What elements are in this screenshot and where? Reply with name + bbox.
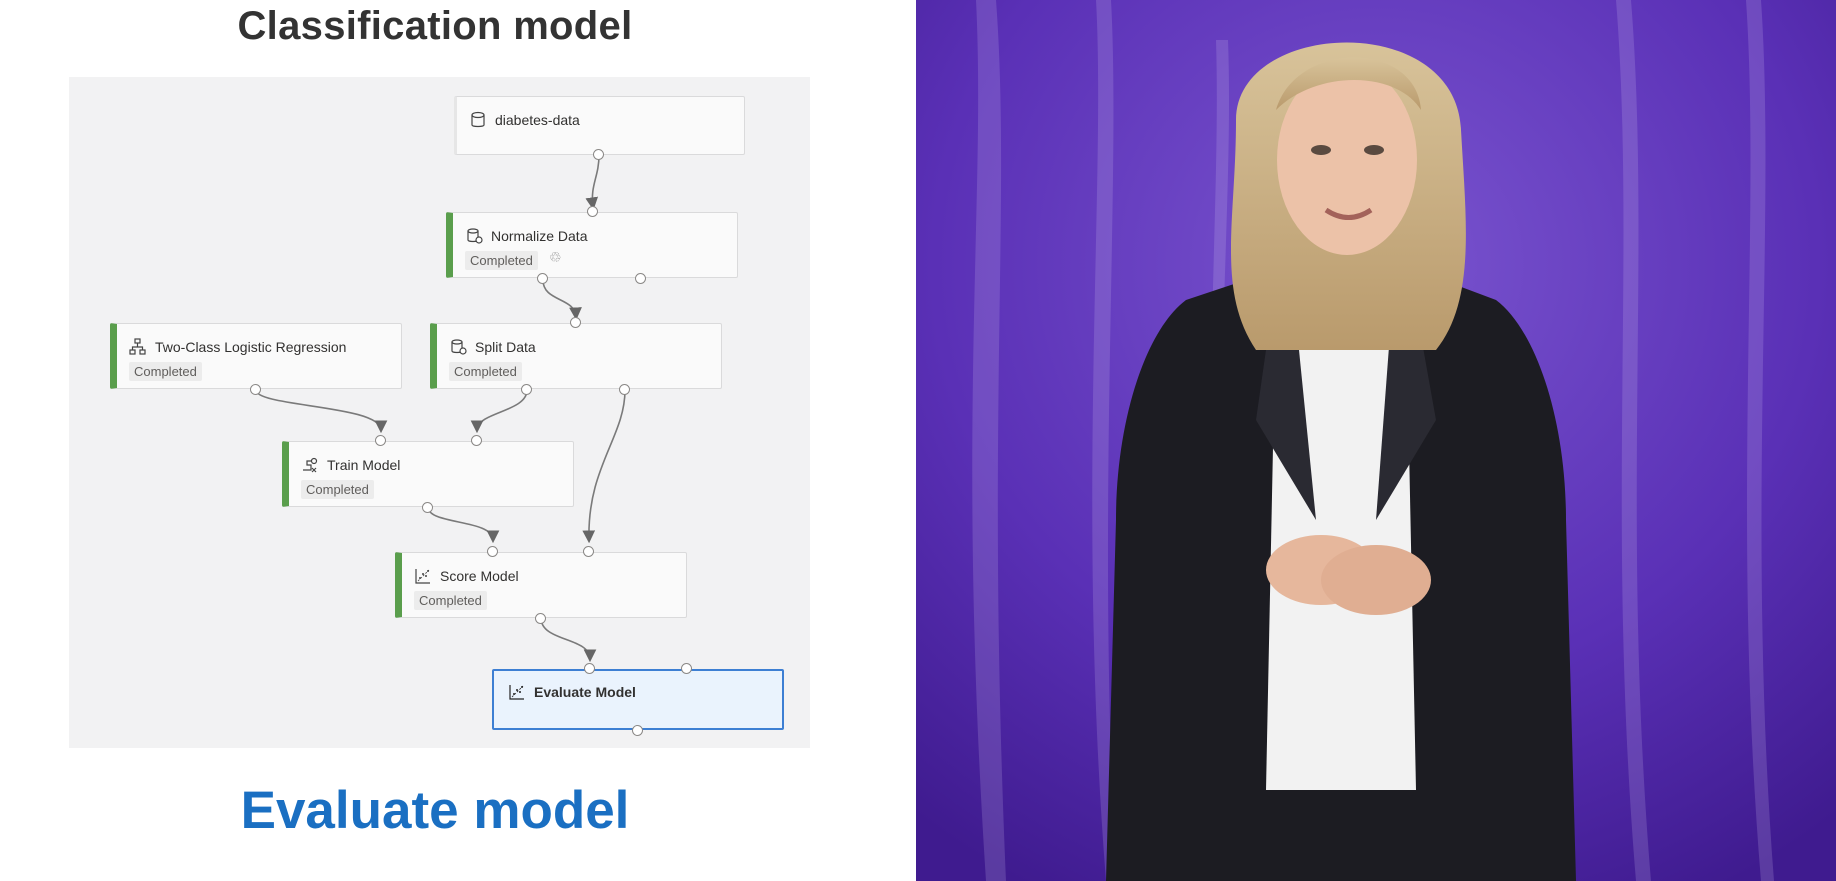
evaluate-model-node[interactable]: Evaluate Model [492,669,784,730]
node-label: Two-Class Logistic Regression [155,339,347,355]
normalize-data-node[interactable]: Normalize Data Completed ♲ [446,212,738,278]
slide-panel: Classification model diabetes-data Norma… [0,0,916,881]
output-port[interactable] [537,273,548,284]
input-port[interactable] [487,546,498,557]
slide-subtitle: Evaluate model [240,781,630,840]
node-label: Score Model [440,568,519,584]
output-port[interactable] [535,613,546,624]
data-transform-icon [467,228,483,244]
output-port[interactable] [521,384,532,395]
scatter-chart-icon [509,685,524,700]
train-icon [303,457,318,473]
pipeline-canvas[interactable]: diabetes-data Normalize Data Completed ♲… [69,77,810,748]
status-badge: Completed [465,251,538,270]
connection-split-train [470,389,528,434]
train-model-node[interactable]: Train Model Completed [282,441,574,507]
connection-logistic-train [255,389,388,434]
connection-dataset-normalize [585,154,600,211]
logistic-regression-node[interactable]: Two-Class Logistic Regression Completed [110,323,402,389]
output-port[interactable] [635,273,646,284]
connection-train-score [427,506,500,544]
connection-split-score [582,389,626,544]
node-label: Train Model [327,457,401,473]
output-port[interactable] [593,149,604,160]
slide-title: Classification model [237,4,633,48]
scatter-chart-icon [415,569,430,584]
pipeline-connections [255,154,626,663]
node-label: Split Data [475,339,536,355]
input-port[interactable] [570,317,581,328]
input-port[interactable] [471,435,482,446]
input-port[interactable] [681,663,692,674]
tree-icon [129,338,146,355]
connection-normalize-split [542,279,582,321]
output-port[interactable] [422,502,433,513]
dataset-node[interactable]: diabetes-data [454,96,745,155]
reuse-icon: ♲ [549,249,562,265]
output-port[interactable] [632,725,643,736]
presenter-video [916,0,1836,881]
output-port[interactable] [619,384,630,395]
status-badge: Completed [449,362,522,381]
database-icon [471,111,485,128]
input-port[interactable] [583,546,594,557]
output-port[interactable] [250,384,261,395]
split-data-node[interactable]: Split Data Completed [430,323,722,389]
presenter-image [916,0,1836,881]
status-badge: Completed [129,362,202,381]
node-label: Normalize Data [491,228,588,244]
input-port[interactable] [375,435,386,446]
node-label: diabetes-data [495,112,580,128]
score-model-node[interactable]: Score Model Completed [395,552,687,618]
data-transform-icon [451,339,467,355]
status-badge: Completed [414,591,487,610]
input-port[interactable] [587,206,598,217]
connection-score-evaluate [540,617,597,663]
input-port[interactable] [584,663,595,674]
status-badge: Completed [301,480,374,499]
node-label: Evaluate Model [534,684,636,700]
